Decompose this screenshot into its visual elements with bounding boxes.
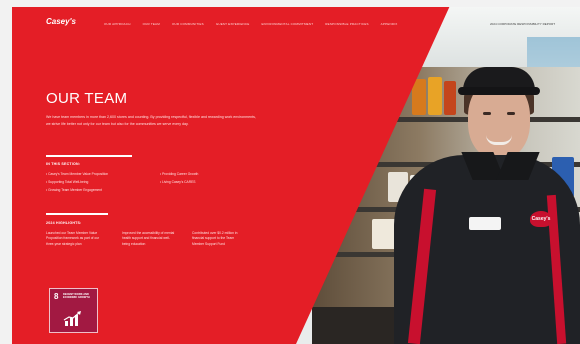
sdg-8-badge: 8 DECENT WORK AND ECONOMIC GROWTH — [49, 288, 98, 333]
nav-item-guest-experience[interactable]: GUEST EXPERIENCE — [216, 22, 250, 26]
section-link[interactable]: • Supporting Total Well-being — [46, 180, 88, 184]
top-nav: OUR APPROACH OUR TEAM OUR COMMUNITIES GU… — [104, 22, 409, 26]
section-link[interactable]: • Growing Team Member Engagement — [46, 188, 102, 192]
product — [428, 77, 442, 115]
growth-chart-icon — [63, 311, 81, 326]
highlights-heading: 2024 HIGHLIGHTS: — [46, 221, 82, 225]
divider — [46, 213, 108, 215]
casey-logo-patch: Casey's — [530, 211, 552, 227]
eye — [507, 112, 515, 115]
nav-item-our-communities[interactable]: OUR COMMUNITIES — [172, 22, 204, 26]
name-tag — [469, 217, 501, 230]
page-title: OUR TEAM — [46, 90, 128, 107]
nav-item-responsible-practices[interactable]: RESPONSIBLE PRACTICES — [325, 22, 368, 26]
eye — [483, 112, 491, 115]
sdg-label: DECENT WORK AND ECONOMIC GROWTH — [63, 293, 90, 300]
section-link[interactable]: • Casey's Team Member Value Proposition — [46, 172, 108, 176]
sdg-number: 8 — [54, 292, 59, 301]
section-link[interactable]: • Living Casey's CARES — [160, 180, 196, 184]
section-link[interactable]: • Providing Career Growth — [160, 172, 198, 176]
product — [444, 81, 456, 115]
highlight-item: Contributed over $0.2 million in financi… — [192, 231, 238, 246]
section-heading: IN THIS SECTION: — [46, 162, 81, 166]
report-page: Casey's Casey's OUR APPROACH OUR TEAM OU… — [12, 7, 580, 344]
nav-item-our-approach[interactable]: OUR APPROACH — [104, 22, 131, 26]
divider — [46, 155, 132, 157]
highlight-item: Improved the accessibility of mental hea… — [122, 231, 175, 246]
nav-item-appendix[interactable]: APPENDIX — [381, 22, 398, 26]
report-title-link[interactable]: 2024 CORPORATE RESPONSIBILITY REPORT — [490, 22, 555, 26]
casey-logo[interactable]: Casey's — [46, 17, 76, 26]
nav-item-our-team[interactable]: OUR TEAM — [143, 22, 160, 26]
cap-brim — [458, 87, 540, 95]
nav-item-environmental-commitment[interactable]: ENVIRONMENTAL COMMITMENT — [261, 22, 313, 26]
highlight-item: Launched our Team Member Value Propositi… — [46, 231, 100, 246]
intro-paragraph: We have team members in more than 2,600 … — [46, 115, 256, 126]
